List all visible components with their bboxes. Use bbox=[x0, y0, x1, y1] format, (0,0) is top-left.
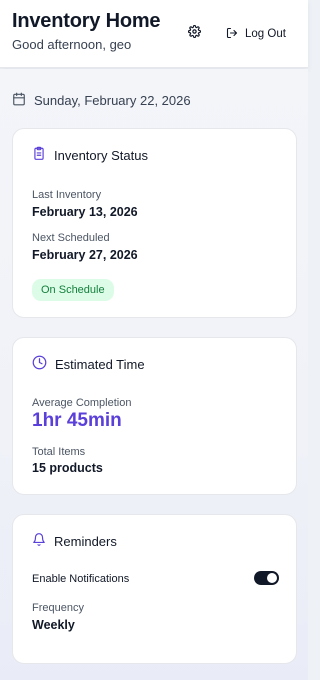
settings-button[interactable] bbox=[183, 23, 205, 45]
logout-button[interactable]: Log Out bbox=[226, 22, 286, 46]
card-title: Inventory Status bbox=[54, 147, 148, 163]
bell-icon bbox=[32, 532, 46, 550]
next-scheduled-value: February 27, 2026 bbox=[32, 248, 138, 262]
estimated-time-card: Estimated Time Average Completion 1hr 45… bbox=[12, 337, 297, 495]
page-title: Inventory Home bbox=[12, 10, 161, 32]
average-completion-label: Average Completion bbox=[32, 397, 132, 409]
frequency-value: Weekly bbox=[32, 618, 75, 632]
clock-icon bbox=[32, 355, 47, 373]
next-scheduled-label: Next Scheduled bbox=[32, 232, 110, 244]
reminders-card: Reminders Enable Notifications Frequency… bbox=[12, 514, 297, 664]
total-items-label: Total Items bbox=[32, 446, 86, 458]
card-title: Estimated Time bbox=[55, 356, 145, 372]
enable-notifications-label: Enable Notifications bbox=[32, 573, 130, 585]
calendar-icon bbox=[12, 92, 26, 109]
inventory-status-card: Inventory Status Last Inventory February… bbox=[12, 128, 297, 318]
logout-label: Log Out bbox=[245, 28, 286, 40]
clipboard-icon bbox=[32, 146, 46, 164]
last-inventory-value: February 13, 2026 bbox=[32, 205, 138, 219]
card-title: Reminders bbox=[54, 533, 117, 549]
date-row: Sunday, February 22, 2026 bbox=[12, 92, 191, 109]
total-items-value: 15 products bbox=[32, 461, 103, 475]
notifications-toggle[interactable] bbox=[254, 571, 279, 585]
reminders-header: Reminders bbox=[32, 532, 117, 550]
frequency-label: Frequency bbox=[32, 602, 84, 614]
last-inventory-label: Last Inventory bbox=[32, 189, 102, 201]
gear-icon bbox=[187, 24, 201, 43]
status-badge: On Schedule bbox=[32, 279, 114, 301]
current-date: Sunday, February 22, 2026 bbox=[34, 93, 191, 108]
logout-icon bbox=[226, 27, 238, 42]
inventory-status-header: Inventory Status bbox=[32, 146, 148, 164]
app-header: Inventory Home Good afternoon, geo Log O… bbox=[0, 0, 308, 68]
greeting-text: Good afternoon, geo bbox=[12, 37, 132, 52]
estimated-time-header: Estimated Time bbox=[32, 355, 145, 373]
toggle-knob bbox=[267, 573, 277, 583]
average-completion-value: 1hr 45min bbox=[32, 410, 122, 431]
